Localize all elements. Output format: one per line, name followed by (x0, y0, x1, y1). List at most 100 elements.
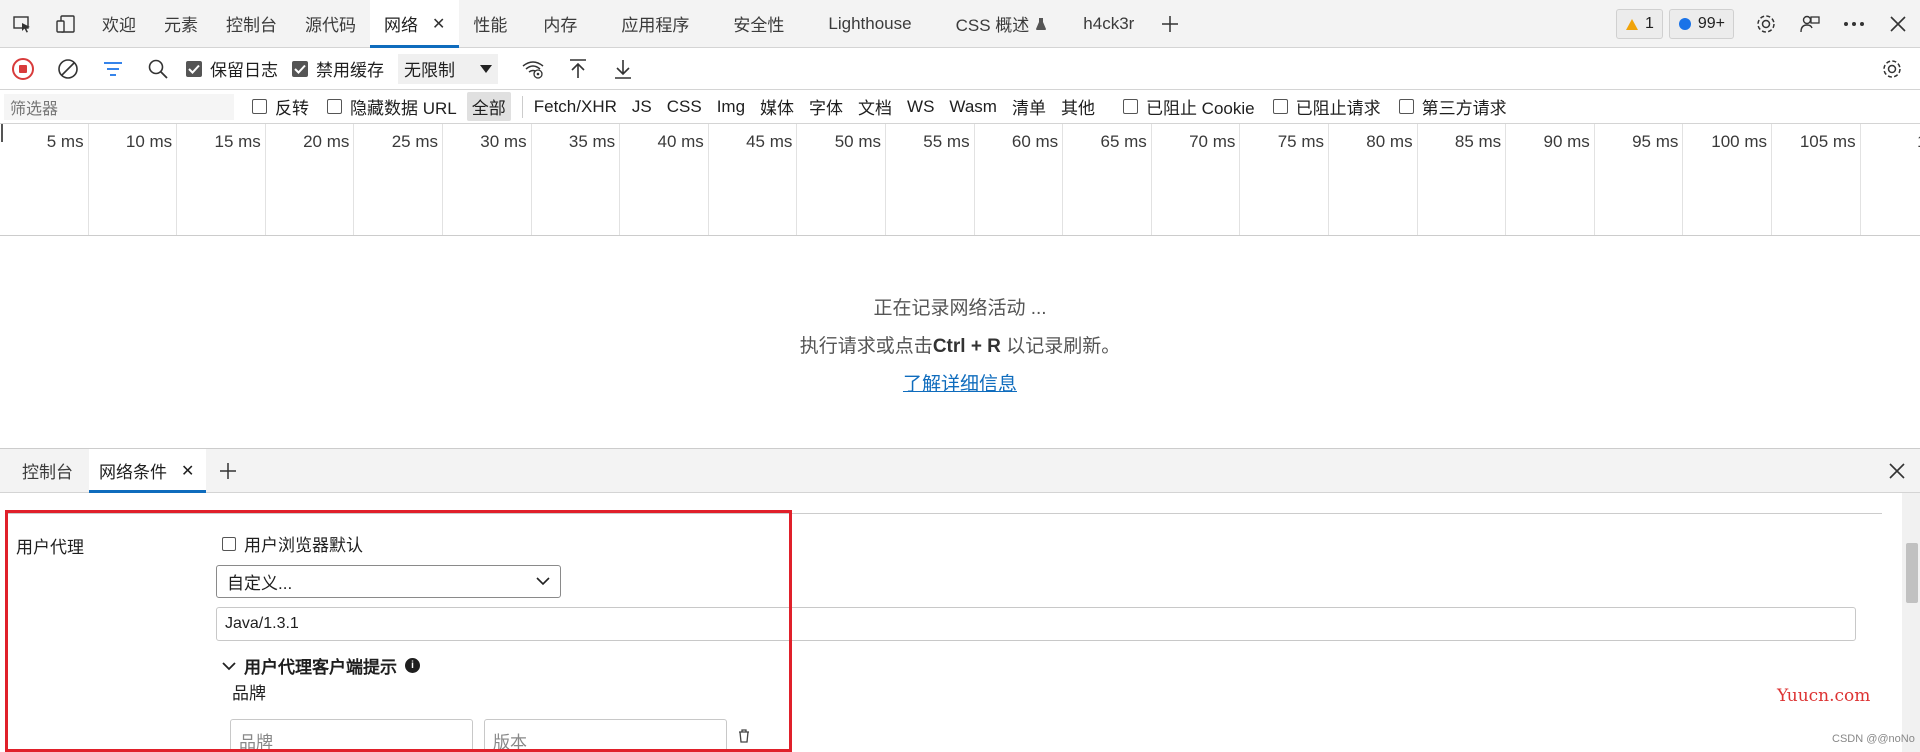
timeline-start-marker (1, 124, 3, 142)
tab-h4ck3r[interactable]: h4ck3r (1069, 0, 1148, 48)
close-devtools-icon[interactable] (1876, 2, 1920, 46)
tab-security[interactable]: 安全性 (711, 0, 806, 48)
network-conditions-panel: 用户代理 用户浏览器默认 自定义... Java/1.3.1 用户代理客户端提示… (0, 493, 1920, 752)
scrollbar-thumb[interactable] (1906, 543, 1918, 603)
type-filter-all[interactable]: 全部 (466, 92, 511, 121)
shortcut-key: Ctrl + R (932, 336, 1001, 357)
search-icon[interactable] (135, 48, 180, 90)
watermark-author: CSDN @@noNo (1832, 733, 1915, 745)
tab-sources[interactable]: 源代码 (291, 0, 370, 48)
disable-cache-label: 禁用缓存 (316, 61, 384, 80)
tab-performance[interactable]: 性能 (459, 0, 521, 48)
drawer-tab-console[interactable]: 控制台 (12, 449, 85, 493)
messages-count: 99+ (1697, 15, 1725, 32)
network-conditions-icon[interactable] (510, 48, 555, 90)
export-har-icon[interactable] (600, 48, 645, 90)
disable-cache-checkbox[interactable]: 禁用缓存 (292, 56, 384, 81)
settings-gear-icon[interactable] (1744, 2, 1788, 46)
type-filter-media[interactable]: 媒体 (755, 92, 799, 121)
more-options-icon[interactable] (1832, 2, 1876, 46)
type-filter-css[interactable]: CSS (662, 95, 707, 119)
type-filter-ws[interactable]: WS (902, 95, 939, 119)
close-tab-icon[interactable]: ✕ (181, 461, 194, 481)
checkbox-unchecked-icon (252, 99, 267, 114)
tab-label: 应用程序 (621, 16, 690, 35)
tab-network[interactable]: 网络 ✕ (370, 0, 460, 48)
tab-welcome[interactable]: 欢迎 (88, 0, 150, 48)
tab-label: CSS 概述 (955, 16, 1030, 35)
warning-icon (1625, 18, 1638, 30)
blocked-requests-label: 已阻止请求 (1295, 99, 1381, 118)
checkbox-unchecked-icon (1272, 99, 1288, 114)
drawer-tab-network-conditions[interactable]: 网络条件 ✕ (89, 448, 207, 493)
filter-input[interactable]: 筛选器 (4, 93, 234, 120)
blocked-requests-checkbox[interactable]: 已阻止请求 (1272, 94, 1381, 119)
timeline-overview[interactable]: 5 ms 10 ms 15 ms 20 ms 25 ms 30 ms 35 ms 40 ms 4… (0, 124, 1920, 236)
throttling-value: 无限制 (404, 61, 455, 80)
checkbox-checked-icon (186, 60, 202, 77)
devtools-tabbar: 欢迎 元素 控制台 源代码 网络 ✕ 性能 内存 应用程序 安全性 Lightho… (0, 0, 1920, 48)
divider (521, 95, 523, 118)
throttling-select[interactable]: 无限制 (398, 53, 498, 84)
close-drawer-icon[interactable] (1888, 462, 1906, 480)
invert-label: 反转 (275, 99, 309, 118)
panel-scrollbar[interactable] (1902, 493, 1920, 752)
type-filter-fetch-xhr[interactable]: Fetch/XHR (529, 95, 622, 119)
blocked-cookies-label: 已阻止 Cookie (1145, 99, 1255, 118)
filter-icon[interactable] (90, 48, 135, 90)
record-stop-icon[interactable] (0, 48, 45, 90)
type-filter-font[interactable]: 字体 (804, 92, 848, 121)
add-drawer-tab-icon[interactable] (218, 461, 238, 481)
tab-console[interactable]: 控制台 (212, 0, 291, 48)
filter-bar: 筛选器 反转 隐藏数据 URL 全部 Fetch/XHR JS CSS Img … (0, 90, 1920, 124)
type-filter-doc[interactable]: 文档 (853, 92, 897, 121)
warnings-badge[interactable]: 1 (1615, 9, 1663, 39)
network-settings-gear-icon[interactable] (1869, 48, 1914, 90)
add-tab-icon[interactable] (1148, 0, 1192, 48)
clear-icon[interactable] (45, 48, 90, 90)
hint-text: 以记录刷新。 (1000, 336, 1121, 357)
type-filter-other[interactable]: 其他 (1056, 92, 1100, 121)
device-toolbar-icon[interactable] (44, 0, 88, 48)
checkbox-unchecked-icon (1398, 99, 1414, 114)
highlight-box (5, 510, 792, 752)
messages-badge[interactable]: 99+ (1668, 9, 1734, 39)
tab-label: 源代码 (305, 16, 356, 35)
tab-memory[interactable]: 内存 (521, 0, 599, 48)
tab-label: 元素 (164, 16, 198, 35)
flask-icon (1036, 17, 1047, 30)
tab-lighthouse[interactable]: Lighthouse (806, 0, 933, 48)
message-icon (1678, 18, 1691, 30)
hint-text: 执行请求或点击 (799, 336, 933, 357)
import-har-icon[interactable] (555, 48, 600, 90)
hide-data-url-checkbox[interactable]: 隐藏数据 URL (327, 94, 457, 119)
drawer-tabbar: 控制台 网络条件 ✕ (0, 448, 1920, 493)
type-filter-js[interactable]: JS (627, 95, 657, 119)
type-filter-manifest[interactable]: 清单 (1007, 92, 1051, 121)
close-tab-icon[interactable]: ✕ (432, 14, 445, 34)
tab-application[interactable]: 应用程序 (599, 0, 711, 48)
type-filter-img[interactable]: Img (712, 95, 750, 119)
checkbox-unchecked-icon (327, 99, 342, 114)
inspect-element-icon[interactable] (0, 0, 44, 48)
tab-label: h4ck3r (1083, 13, 1135, 33)
tab-label: 网络 (384, 16, 418, 35)
network-toolbar: 保留日志 禁用缓存 无限制 (0, 48, 1920, 90)
watermark-site: Yuucn.com (1777, 686, 1871, 706)
third-party-checkbox[interactable]: 第三方请求 (1398, 94, 1507, 119)
type-filter-wasm[interactable]: Wasm (944, 95, 1002, 119)
learn-more-link[interactable]: 了解详细信息 (0, 369, 1920, 396)
blocked-cookies-checkbox[interactable]: 已阻止 Cookie (1122, 94, 1255, 119)
caret-down-icon (480, 64, 492, 73)
tab-css-overview[interactable]: CSS 概述 (934, 0, 1070, 48)
tab-label: Lighthouse (828, 13, 912, 33)
preserve-log-checkbox[interactable]: 保留日志 (186, 56, 278, 81)
tab-label: 安全性 (733, 16, 785, 35)
tab-elements[interactable]: 元素 (150, 0, 212, 48)
warnings-count: 1 (1644, 15, 1654, 32)
feedback-icon[interactable] (1788, 2, 1832, 46)
third-party-label: 第三方请求 (1421, 99, 1507, 118)
tab-label: 内存 (543, 16, 578, 35)
request-list-empty: 正在记录网络活动 ... 执行请求或点击Ctrl + R 以记录刷新。 了解详细… (0, 237, 1920, 449)
invert-checkbox[interactable]: 反转 (252, 94, 309, 119)
